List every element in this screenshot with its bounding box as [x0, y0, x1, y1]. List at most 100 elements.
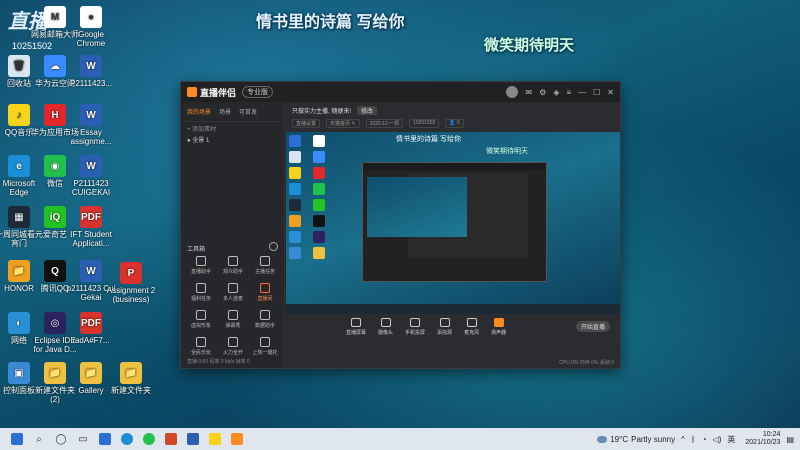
toolbox-grid: 直播助手 观众助手 主播任务福利任务 多人连麦 直播间虚拟形象 弹幕秀 数据助手全民乐玩 火力…: [185, 256, 281, 356]
toolbox-title: 工具箱: [187, 247, 206, 253]
desktop-icon[interactable]: W Essay assignme...: [66, 104, 116, 146]
maximize-icon[interactable]: ☐: [593, 88, 600, 97]
chevron-up-icon[interactable]: ^: [681, 435, 685, 444]
source-control-label: 直播屏幕: [346, 330, 367, 336]
toolbox-item-label: 虚拟形象: [190, 323, 211, 329]
preview-icon: [313, 167, 325, 179]
toolbox-item[interactable]: 火力全开: [217, 337, 249, 356]
windows-start-icon[interactable]: [6, 428, 28, 450]
menu-icon[interactable]: ≡: [566, 88, 571, 97]
source-control[interactable]: 直播屏幕: [346, 318, 366, 336]
network-icon[interactable]: ◔: [702, 435, 707, 444]
toolbox-item-icon: [196, 283, 206, 293]
source-control[interactable]: 摄像头: [378, 318, 393, 336]
app-logo-icon: [187, 87, 197, 97]
desktop-icon[interactable]: PDF radA#F7...: [66, 312, 116, 345]
stream-meta-item[interactable]: 直播设置: [292, 119, 321, 128]
widgets-icon[interactable]: ▭: [72, 428, 94, 450]
minimize-icon[interactable]: —: [578, 88, 586, 97]
scene-panel: 我的场景 场景 可首发 + 添加素材 ● 全景 1 工具箱 直播助手 观众助手 主播…: [181, 102, 285, 368]
toolbox-item-label: 数据助手: [254, 323, 275, 329]
desktop-icon-image: P: [120, 262, 142, 284]
avatar[interactable]: [506, 86, 519, 98]
desktop-icon-image: W: [80, 55, 102, 77]
toolbox-item[interactable]: 主播任务: [249, 256, 281, 275]
preview-icon: [313, 231, 325, 243]
stream-meta-item[interactable]: 👤 0: [445, 119, 464, 128]
tab-my-scenes[interactable]: 我的场景: [187, 107, 211, 116]
toolbox-item[interactable]: 数据助手: [249, 310, 281, 329]
desktop-icon[interactable]: ● Google Chrome: [66, 6, 116, 48]
live-preview[interactable]: 情书里的诗篇 写给你 微笑期待明天: [286, 132, 620, 314]
start-live-button[interactable]: 开始直播: [576, 321, 610, 332]
weather-widget[interactable]: 19°C Partly sunny: [597, 435, 675, 444]
powerpoint-icon[interactable]: [160, 428, 182, 450]
desktop-icon-image: ◉: [44, 155, 66, 177]
desktop-icon-image: Q: [44, 260, 66, 282]
toolbox-item[interactable]: 观众助手: [217, 256, 249, 275]
source-control[interactable]: 扬声器: [491, 318, 506, 336]
toolbox-item[interactable]: 直播间: [249, 283, 281, 302]
live-studio-window[interactable]: 直播伴侣 专业版 ✉ ⚙ ◈ ≡ — ☐ ✕ 我的场景 场景 可首发 + 添加素…: [180, 81, 621, 369]
desktop-icon[interactable]: W P2111423...: [66, 55, 116, 88]
mail-icon[interactable]: [94, 428, 116, 450]
close-icon[interactable]: ✕: [607, 88, 614, 97]
tab-publish[interactable]: 可首发: [239, 107, 257, 116]
toolbox-item[interactable]: 福利任务: [185, 283, 217, 302]
preview-icon: [289, 135, 301, 147]
toolbox-item[interactable]: 上热一键托: [249, 337, 281, 356]
edit-title-button[interactable]: 修改: [357, 106, 378, 115]
source-control[interactable]: 添加源: [437, 318, 452, 336]
desktop-icon-label: P2111423...: [70, 79, 112, 88]
preview-banner-1: 情书里的诗篇 写给你: [396, 136, 461, 143]
desktop-icon-label: Essay assignme...: [70, 128, 112, 146]
toolbox-item-label: 主播任务: [254, 269, 275, 275]
qq-music-icon[interactable]: [204, 428, 226, 450]
input-language[interactable]: 英: [727, 434, 735, 445]
source-control-icon: [351, 318, 361, 327]
notification-icon[interactable]: ▤: [786, 435, 794, 444]
source-control[interactable]: 麦克风: [464, 318, 479, 336]
window-titlebar[interactable]: 直播伴侣 专业版 ✉ ⚙ ◈ ≡ — ☐ ✕: [181, 82, 620, 102]
message-icon[interactable]: ✉: [525, 88, 532, 97]
bluetooth-icon[interactable]: ᛒ: [691, 435, 696, 444]
desktop-icon-label: IFT Student Applicati...: [70, 230, 112, 248]
stream-meta-item[interactable]: 10251502: [409, 119, 440, 128]
toolbox-item-label: 直播间: [257, 296, 273, 302]
live-studio-taskbar-icon[interactable]: [226, 428, 248, 450]
edition-badge[interactable]: 专业版: [242, 86, 274, 98]
clock[interactable]: 10:24 2021/10/23: [745, 431, 780, 447]
desktop-icon-label: radA#F7...: [72, 336, 110, 345]
toolbox-item[interactable]: 全民乐玩: [185, 337, 217, 356]
scene-item[interactable]: ● 全景 1: [187, 135, 209, 144]
toolbox-item-icon: [228, 310, 238, 320]
desktop-icon-label: Google Chrome: [76, 30, 106, 48]
search-icon[interactable]: ⌕: [28, 428, 50, 450]
toolbox-settings-icon[interactable]: [269, 242, 278, 251]
skin-icon[interactable]: ◈: [553, 88, 559, 97]
edge-icon[interactable]: [116, 428, 138, 450]
toolbox-item-label: 全民乐玩: [190, 350, 211, 356]
app-title: 直播伴侣: [200, 87, 237, 98]
word-icon[interactable]: [182, 428, 204, 450]
toolbox-item[interactable]: 直播助手: [185, 256, 217, 275]
desktop-icon[interactable]: 📁 新建文件夹: [106, 362, 156, 395]
tab-scenes[interactable]: 场景: [219, 107, 231, 116]
settings-icon[interactable]: ⚙: [539, 88, 546, 97]
toolbox-item[interactable]: 弹幕秀: [217, 310, 249, 329]
stream-meta-item[interactable]: 天猫首页 ✎: [326, 119, 360, 128]
desktop-icon[interactable]: PDF IFT Student Applicati...: [66, 206, 116, 248]
wechat-icon[interactable]: [138, 428, 160, 450]
toolbox-item[interactable]: 多人连麦: [217, 283, 249, 302]
stream-meta-item[interactable]: 2020.10.一周: [365, 119, 404, 128]
desktop-icon[interactable]: P Assignment 2 (business): [106, 262, 156, 304]
desktop-icon-image: 📁: [120, 362, 142, 384]
volume-icon[interactable]: ◁): [713, 435, 722, 444]
add-source-button[interactable]: + 添加素材: [187, 124, 216, 133]
preview-icon: [313, 199, 325, 211]
task-view-icon[interactable]: ◯: [50, 428, 72, 450]
toolbox-item[interactable]: 虚拟形象: [185, 310, 217, 329]
desktop-icon[interactable]: W P2111423 CUIGEKAI: [66, 155, 116, 197]
source-control[interactable]: 手机投屏: [405, 318, 425, 336]
scene-tabs: 我的场景 场景 可首发: [181, 102, 284, 122]
